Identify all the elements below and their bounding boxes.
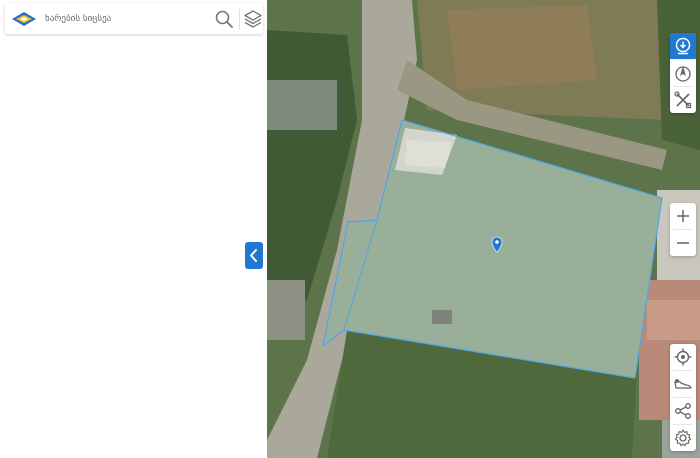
share-button[interactable] [670, 398, 696, 424]
bottom-tools-group [670, 344, 696, 451]
zoom-in-button[interactable] [670, 203, 696, 229]
map-tools-group [670, 33, 696, 113]
locate-icon [674, 348, 692, 366]
download-button[interactable] [670, 33, 696, 59]
layers-icon[interactable] [243, 9, 263, 29]
collapse-panel-button[interactable] [245, 242, 263, 269]
diamond-logo-icon[interactable] [11, 10, 37, 28]
side-panel [0, 0, 267, 458]
satellite-imagery [267, 0, 700, 458]
minus-icon [677, 242, 689, 244]
tools-button[interactable] [670, 87, 696, 113]
search-icon[interactable] [214, 9, 234, 29]
compass-north-icon [675, 66, 691, 82]
search-input[interactable] [45, 9, 205, 29]
locate-button[interactable] [670, 344, 696, 370]
north-button[interactable] [670, 60, 696, 86]
plus-icon [677, 210, 689, 222]
zoom-group [670, 203, 696, 256]
share-icon [675, 403, 691, 419]
gear-icon [674, 429, 692, 447]
cadastral-icon [674, 379, 692, 389]
location-marker-icon[interactable] [491, 236, 503, 254]
chevron-left-icon [250, 249, 257, 262]
zoom-out-button[interactable] [670, 230, 696, 256]
search-bar [5, 3, 263, 34]
search-divider [239, 9, 240, 29]
download-icon [675, 37, 691, 55]
tools-icon [674, 91, 692, 109]
cadastral-button[interactable] [670, 371, 696, 397]
map-view[interactable] [267, 0, 700, 458]
settings-button[interactable] [670, 425, 696, 451]
